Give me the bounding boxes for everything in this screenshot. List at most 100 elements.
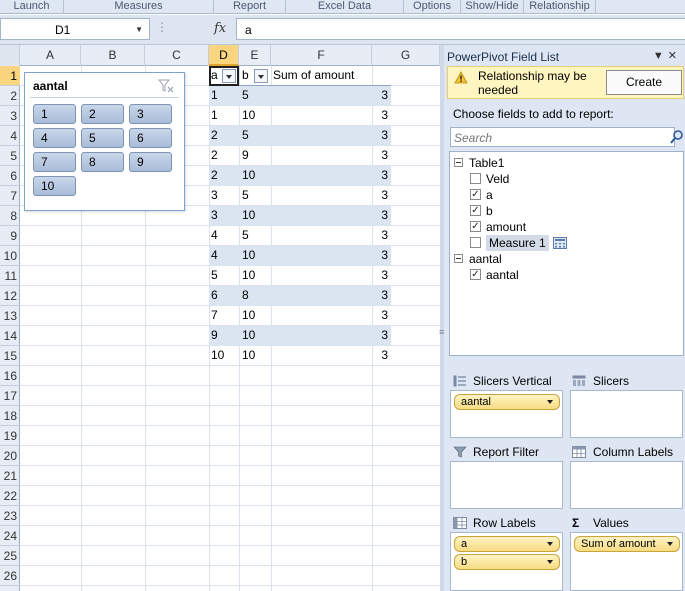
row-header-23[interactable]: 23 xyxy=(0,506,20,526)
table-row[interactable]: 3 10 3 xyxy=(209,206,391,226)
row-header-4[interactable]: 4 xyxy=(0,126,20,146)
table-row[interactable]: 10 10 3 xyxy=(209,346,391,366)
slicer-item-1[interactable]: 1 xyxy=(33,104,76,124)
unchecked-checkbox[interactable] xyxy=(470,173,481,184)
slicer-item-2[interactable]: 2 xyxy=(81,104,124,124)
table-row[interactable]: 2 10 3 xyxy=(209,166,391,186)
ribbon-group-show-hide[interactable]: Show/Hide xyxy=(461,0,524,14)
name-box-dropdown-icon[interactable]: ▼ xyxy=(135,25,143,34)
row-header-25[interactable]: 25 xyxy=(0,546,20,566)
table-row[interactable]: 1 5 3 xyxy=(209,86,391,106)
search-input[interactable]: Search xyxy=(450,127,675,147)
column-header-f[interactable]: F xyxy=(271,45,372,66)
checked-checkbox[interactable]: ✓ xyxy=(470,221,481,232)
table-row[interactable]: 6 8 3 xyxy=(209,286,391,306)
chip-aantal[interactable]: aantal xyxy=(454,394,560,410)
slicer-item-6[interactable]: 6 xyxy=(129,128,172,148)
filter-dropdown-icon[interactable] xyxy=(254,69,268,83)
slicer-item-4[interactable]: 4 xyxy=(33,128,76,148)
tree-field-node[interactable]: Veld xyxy=(450,171,680,187)
column-header-b[interactable]: B xyxy=(81,45,145,66)
tree-field-node[interactable]: Measure 1 xyxy=(450,235,680,251)
slicers-vertical-area[interactable]: aantal xyxy=(450,390,563,438)
row-header-14[interactable]: 14 xyxy=(0,326,20,346)
column-header-g[interactable]: G xyxy=(372,45,440,66)
formula-input[interactable]: a xyxy=(236,18,685,40)
tree-field-node[interactable]: ✓ a xyxy=(450,187,680,203)
row-header-13[interactable]: 13 xyxy=(0,306,20,326)
row-header-11[interactable]: 11 xyxy=(0,266,20,286)
row-labels-area[interactable]: a b xyxy=(450,532,563,591)
ribbon-group-relationship[interactable]: Relationship xyxy=(524,0,596,14)
formula-bar-splitter[interactable]: ⋮ xyxy=(150,18,210,40)
create-relationship-button[interactable]: Create xyxy=(606,70,682,95)
row-header-6[interactable]: 6 xyxy=(0,166,20,186)
slicer-item-8[interactable]: 8 xyxy=(81,152,124,172)
table-row[interactable]: 9 10 3 xyxy=(209,326,391,346)
checked-checkbox[interactable]: ✓ xyxy=(470,205,481,216)
ribbon-group-launch[interactable]: Launch xyxy=(0,0,64,14)
row-header-9[interactable]: 9 xyxy=(0,226,20,246)
row-header-1[interactable]: 1 xyxy=(0,66,20,86)
row-header-8[interactable]: 8 xyxy=(0,206,20,226)
values-area[interactable]: Sum of amount xyxy=(570,532,683,591)
insert-function-icon[interactable]: fx xyxy=(214,21,226,36)
row-header-16[interactable]: 16 xyxy=(0,366,20,386)
unchecked-checkbox[interactable] xyxy=(470,237,481,248)
row-header-26[interactable]: 26 xyxy=(0,566,20,586)
table-row[interactable]: 2 9 3 xyxy=(209,146,391,166)
table-row[interactable]: 7 10 3 xyxy=(209,306,391,326)
collapse-icon[interactable] xyxy=(454,254,463,263)
select-all-corner[interactable] xyxy=(0,45,20,66)
search-icon[interactable] xyxy=(669,129,685,145)
column-header-c[interactable]: C xyxy=(145,45,209,66)
row-header-24[interactable]: 24 xyxy=(0,526,20,546)
tree-table-node[interactable]: Table1 xyxy=(450,155,680,171)
slicers-horizontal-area[interactable] xyxy=(570,390,683,438)
chip-a[interactable]: a xyxy=(454,536,560,552)
slicer-item-7[interactable]: 7 xyxy=(33,152,76,172)
checked-checkbox[interactable]: ✓ xyxy=(470,269,481,280)
checked-checkbox[interactable]: ✓ xyxy=(470,189,481,200)
close-icon[interactable]: ✕ xyxy=(668,50,681,62)
row-header-18[interactable]: 18 xyxy=(0,406,20,426)
table-row[interactable]: 1 10 3 xyxy=(209,106,391,126)
name-box[interactable]: D1 ▼ xyxy=(0,18,150,40)
column-header-e[interactable]: E xyxy=(239,45,271,66)
slicer-aantal[interactable]: aantal 1 2 3 4 5 6 7 8 9 10 xyxy=(24,72,185,211)
row-header-5[interactable]: 5 xyxy=(0,146,20,166)
clear-filter-icon[interactable] xyxy=(157,79,174,93)
row-header-20[interactable]: 20 xyxy=(0,446,20,466)
chip-b[interactable]: b xyxy=(454,554,560,570)
table-row[interactable]: 4 10 3 xyxy=(209,246,391,266)
column-header-a[interactable]: A xyxy=(20,45,81,66)
row-header-22[interactable]: 22 xyxy=(0,486,20,506)
tree-field-node[interactable]: ✓ b xyxy=(450,203,680,219)
tree-field-node[interactable]: ✓ amount xyxy=(450,219,680,235)
table-row[interactable]: 2 5 3 xyxy=(209,126,391,146)
row-header-12[interactable]: 12 xyxy=(0,286,20,306)
slicer-item-5[interactable]: 5 xyxy=(81,128,124,148)
pane-resize-handle[interactable]: ≡ xyxy=(439,45,444,591)
tree-table-node[interactable]: aantal xyxy=(450,251,680,267)
table-row[interactable]: 3 5 3 xyxy=(209,186,391,206)
row-header-10[interactable]: 10 xyxy=(0,246,20,266)
row-header-17[interactable]: 17 xyxy=(0,386,20,406)
row-header-3[interactable]: 3 xyxy=(0,106,20,126)
row-header-19[interactable]: 19 xyxy=(0,426,20,446)
row-header-2[interactable]: 2 xyxy=(0,86,20,106)
tree-field-node[interactable]: ✓ aantal xyxy=(450,267,680,283)
chip-sum-of-amount[interactable]: Sum of amount xyxy=(574,536,680,552)
pane-menu-chevron-icon[interactable]: ▼ xyxy=(653,50,668,62)
slicer-item-9[interactable]: 9 xyxy=(129,152,172,172)
slicer-item-3[interactable]: 3 xyxy=(129,104,172,124)
column-header-d[interactable]: D xyxy=(209,45,239,66)
table-row[interactable]: 5 10 3 xyxy=(209,266,391,286)
ribbon-group-report[interactable]: Report xyxy=(214,0,286,14)
row-header-21[interactable]: 21 xyxy=(0,466,20,486)
column-labels-area[interactable] xyxy=(570,461,683,509)
report-filter-area[interactable] xyxy=(450,461,563,509)
ribbon-group-options[interactable]: Options xyxy=(404,0,461,14)
ribbon-group-excel-data[interactable]: Excel Data xyxy=(286,0,404,14)
table-row[interactable]: 4 5 3 xyxy=(209,226,391,246)
